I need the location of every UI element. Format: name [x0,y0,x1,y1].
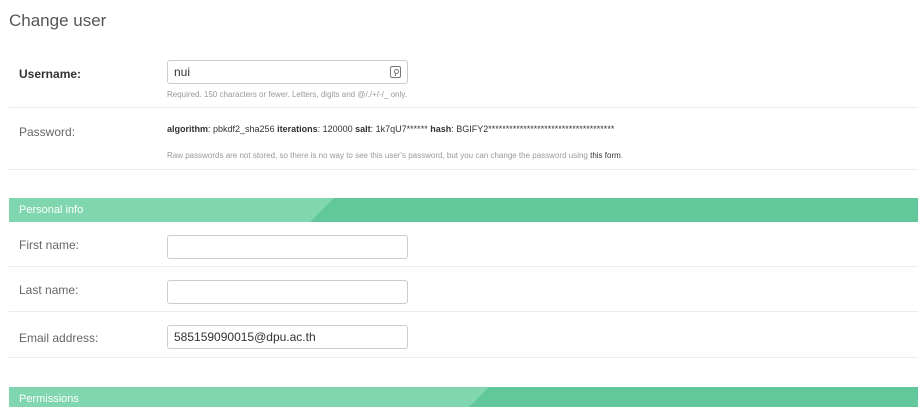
key-icon[interactable] [390,66,401,78]
username-row: Username: Required. 150 characters or fe… [9,50,918,108]
salt-label: salt [355,124,371,134]
password-help-suffix: . [620,151,623,160]
iterations-value: : 120000 [317,124,356,134]
email-row: Email address: [9,312,918,358]
password-row: Password: algorithm: pbkdf2_sha256 itera… [9,108,918,170]
password-hash-summary: algorithm: pbkdf2_sha256 iterations: 120… [167,124,614,134]
permissions-title: Permissions [19,393,79,405]
password-label: Password: [19,125,76,139]
algorithm-value: : pbkdf2_sha256 [208,124,278,134]
email-input[interactable] [167,325,408,349]
password-help: Raw passwords are not stored, so there i… [167,151,623,160]
salt-value: : 1k7qU7****** [370,124,431,134]
hash-value: : BGIFY2********************************… [451,124,615,134]
first-name-row: First name: [9,222,918,267]
personal-info-title: Personal info [19,204,84,216]
change-password-link[interactable]: this form [590,151,621,160]
last-name-row: Last name: [9,267,918,312]
last-name-input[interactable] [167,280,408,304]
first-name-input[interactable] [167,235,408,259]
page-title: Change user [9,11,107,30]
username-help: Required. 150 characters or fewer. Lette… [167,90,407,99]
algorithm-label: algorithm [167,124,209,134]
last-name-label: Last name: [19,283,79,297]
password-help-text: Raw passwords are not stored, so there i… [167,151,591,160]
iterations-label: iterations [277,124,318,134]
username-input[interactable] [167,60,408,84]
personal-info-header: Personal info [9,198,918,222]
permissions-header: Permissions [9,387,918,407]
email-label: Email address: [19,331,99,345]
hash-label: hash [430,124,452,134]
header-highlight [9,387,489,407]
first-name-label: First name: [19,238,80,252]
username-label: Username: [19,67,82,81]
